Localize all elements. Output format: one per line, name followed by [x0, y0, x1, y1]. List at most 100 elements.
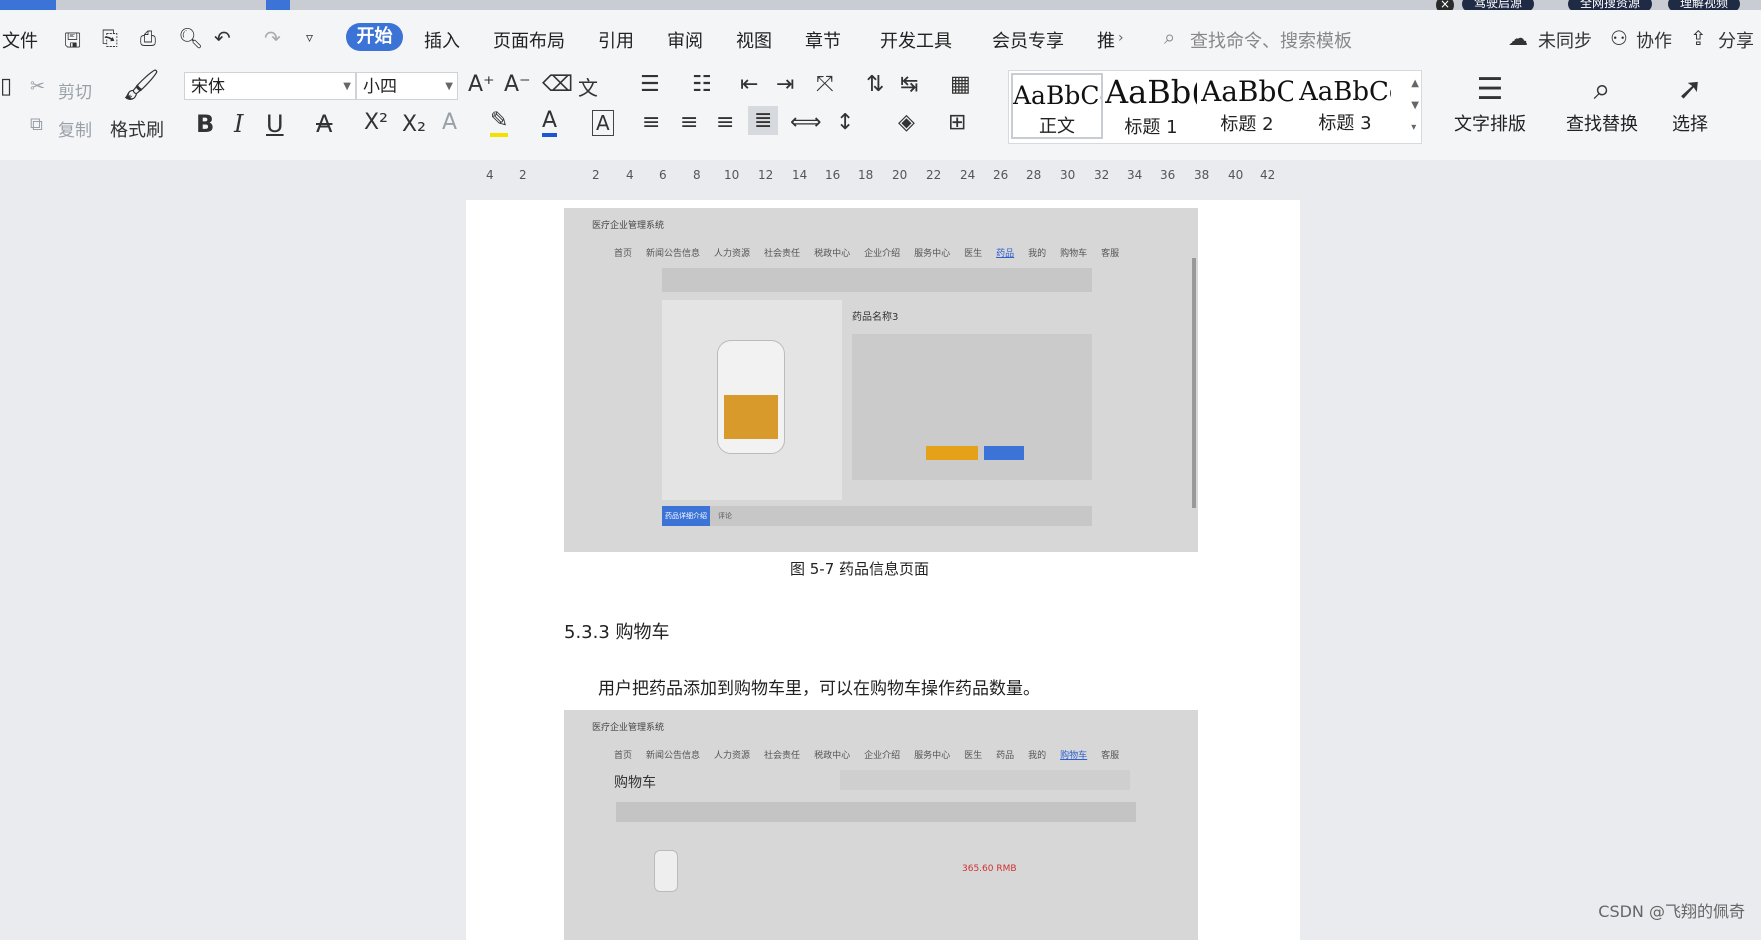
decrease-indent-icon[interactable]: ⇤ — [740, 72, 758, 97]
share-icon: ⇪ — [1690, 26, 1707, 50]
font-color-icon[interactable]: A — [542, 108, 558, 137]
bullet-list-icon[interactable]: ☰ — [640, 72, 660, 97]
highlight-icon[interactable]: ✎ — [490, 108, 509, 137]
embedded-nav-item: 服务中心 — [914, 249, 951, 259]
save-icon[interactable]: 🖫 — [64, 26, 81, 60]
tab-insert[interactable]: 插入 — [424, 27, 460, 53]
embedded-nav-item: 社会责任 — [764, 751, 801, 761]
text-direction-icon[interactable]: ↹ — [900, 72, 918, 97]
font-name-select[interactable]: 宋体 ▼ — [184, 72, 356, 100]
align-left-icon[interactable]: ≡ — [642, 110, 660, 135]
find-replace-button[interactable]: ⌕ 查找替换 — [1556, 72, 1648, 136]
figure-caption: 图 5-7 药品信息页面 — [790, 560, 930, 578]
chinese-layout-icon[interactable]: ⤧ — [816, 72, 834, 97]
subscript-icon[interactable]: X₂ — [402, 112, 426, 137]
style-label: 标题 1 — [1124, 117, 1178, 138]
grow-font-icon[interactable]: A⁺ — [468, 72, 495, 97]
embedded-tab-active: 药品详细介绍 — [662, 506, 710, 526]
sort-icon[interactable]: ⇅ — [866, 72, 884, 97]
share-button[interactable]: 分享 — [1718, 27, 1754, 53]
export-icon[interactable]: ⎘ — [102, 26, 118, 50]
text-effect-icon[interactable]: A — [442, 110, 457, 135]
ruler-tick: 40 — [1228, 168, 1244, 182]
cut-button[interactable]: 剪切 — [58, 78, 92, 103]
print-icon[interactable]: ⎙ — [140, 26, 156, 50]
ruler-tick: 36 — [1160, 168, 1176, 182]
char-border-icon[interactable]: A — [592, 110, 614, 136]
style-normal[interactable]: AaBbCcI 正文 — [1011, 73, 1103, 139]
copy-button[interactable]: 复制 — [58, 116, 92, 141]
text-layout-label: 文字排版 — [1454, 114, 1526, 135]
customize-quick-access-icon[interactable]: ▿ — [306, 30, 313, 46]
borders-icon[interactable]: ⊞ — [948, 110, 966, 135]
tab-review[interactable]: 审阅 — [667, 27, 703, 53]
text-layout-button[interactable]: ☰ 文字排版 — [1442, 72, 1538, 136]
ruler-tick: 2 — [519, 168, 527, 182]
ruler-tick: 10 — [724, 168, 740, 182]
tab-home[interactable]: 开始 — [346, 23, 403, 51]
superscript-icon[interactable]: X² — [364, 110, 388, 135]
chevron-right-icon[interactable]: › — [1118, 30, 1124, 46]
copy-icon[interactable]: ⧉ — [30, 114, 43, 135]
line-spacing-icon[interactable]: ↕ — [836, 110, 854, 135]
phonetic-guide-icon[interactable]: 文 — [578, 72, 598, 101]
brush-icon[interactable]: 🖌︎ — [122, 68, 160, 103]
ruler-tick: 12 — [758, 168, 774, 182]
style-heading-1[interactable]: AaBb( 标题 1 — [1105, 73, 1197, 139]
tab-more[interactable]: 推 — [1097, 27, 1115, 53]
embedded-nav-item: 购物车 — [1060, 249, 1088, 259]
justify-icon[interactable]: ≣ — [748, 106, 779, 135]
embedded-nav-item: 服务中心 — [914, 751, 951, 761]
distribute-icon[interactable]: ⟺ — [790, 110, 822, 135]
format-painter-button[interactable]: 格式刷 — [110, 116, 164, 142]
print-preview-icon[interactable]: 🔍︎ — [178, 26, 203, 50]
clear-format-icon[interactable]: ⌫ — [542, 72, 573, 97]
undo-icon[interactable]: ↶ — [214, 26, 231, 50]
embedded-nav-item: 人力资源 — [714, 249, 751, 259]
cloud-sync-icon: ☁ — [1508, 26, 1528, 50]
style-sample: AaBbCcI — [1013, 81, 1101, 110]
show-marks-icon[interactable]: ▦ — [950, 72, 971, 97]
sync-status[interactable]: 未同步 — [1538, 27, 1592, 53]
document-tab[interactable] — [0, 0, 56, 10]
italic-icon[interactable]: I — [234, 110, 243, 138]
tab-developer[interactable]: 开发工具 — [880, 27, 952, 53]
numbered-list-icon[interactable]: ☷ — [692, 72, 712, 97]
tab-references[interactable]: 引用 — [598, 27, 634, 53]
document-page[interactable]: 医疗企业管理系统 首页 新闻公告信息 人力资源 社会责任 税政中心 企业介绍 服务中心 医生药… — [466, 200, 1300, 940]
embedded-nav-item: 首页 — [614, 751, 633, 761]
tab-page-layout[interactable]: 页面布局 — [493, 27, 565, 53]
figure-image: 医疗企业管理系统 首页 新闻公告信息 人力资源 社会责任 税政中心 企业介绍 服务中心 医生药… — [564, 208, 1198, 552]
font-size-select[interactable]: 小四 ▼ — [356, 72, 458, 100]
paste-icon[interactable]: ▯ — [0, 74, 12, 99]
horizontal-ruler[interactable]: 4 2 2 4 6 8 10 12 14 16 18 20 22 24 26 2… — [486, 168, 1276, 186]
align-right-icon[interactable]: ≡ — [716, 110, 734, 135]
tab-member[interactable]: 会员专享 — [992, 27, 1064, 53]
bold-icon[interactable]: B — [196, 110, 214, 138]
ruler-tick: 8 — [693, 168, 701, 182]
shrink-font-icon[interactable]: A⁻ — [504, 72, 531, 97]
strikethrough-icon[interactable]: A — [316, 110, 332, 138]
select-button[interactable]: ➚ 选择 — [1660, 72, 1720, 136]
ruler-tick: 32 — [1094, 168, 1110, 182]
command-search-input[interactable]: 查找命令、搜索模板 — [1190, 27, 1352, 53]
tab-chapter[interactable]: 章节 — [805, 27, 841, 53]
tab-view[interactable]: 视图 — [736, 27, 772, 53]
align-center-icon[interactable]: ≡ — [680, 110, 698, 135]
embedded-drug-info — [852, 334, 1092, 480]
ruler-tick: 42 — [1260, 168, 1276, 182]
menu-file[interactable]: 文件 — [2, 27, 38, 53]
shading-icon[interactable]: ◈ — [898, 110, 915, 135]
embedded-product-bottle — [717, 340, 785, 454]
document-tab-2[interactable] — [266, 0, 290, 10]
increase-indent-icon[interactable]: ⇥ — [776, 72, 794, 97]
collaborate-button[interactable]: 协作 — [1636, 27, 1672, 53]
embedded-cart-price: 365.60 RMB — [962, 864, 1017, 874]
style-heading-3[interactable]: AaBbCc 标题 3 — [1299, 73, 1391, 139]
embedded-nav-item: 企业介绍 — [864, 751, 901, 761]
style-heading-2[interactable]: AaBbC 标题 2 — [1201, 73, 1293, 139]
redo-icon[interactable]: ↷ — [264, 26, 281, 50]
gallery-scroll-icon[interactable]: ▲ ▼ ▾ — [1411, 73, 1419, 139]
scissors-icon[interactable]: ✂ — [30, 76, 45, 97]
underline-icon[interactable]: U — [266, 110, 284, 138]
